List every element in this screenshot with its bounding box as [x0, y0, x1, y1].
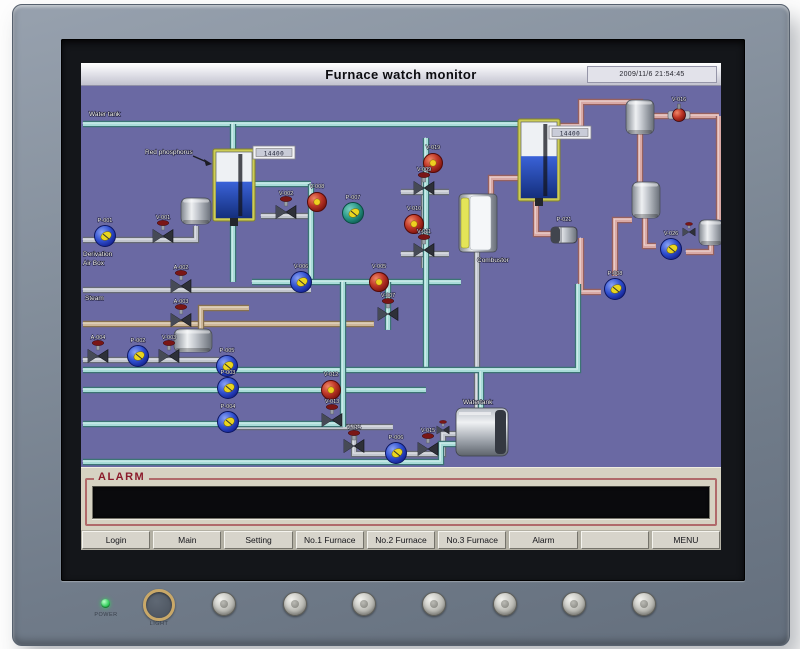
svg-text:P-002: P-002	[131, 338, 146, 344]
osd-button-7[interactable]	[632, 592, 656, 616]
pump-V-012: V-012	[322, 372, 341, 400]
tank-drum-3	[174, 329, 212, 352]
diagram-label: Water tank	[89, 111, 121, 118]
tank-combustor-4	[459, 194, 497, 252]
power-led	[101, 599, 110, 608]
osd-icon	[430, 600, 438, 608]
power-ring-button[interactable]	[143, 589, 175, 621]
svg-text:V-002: V-002	[279, 191, 293, 197]
svg-text:14400: 14400	[560, 130, 581, 137]
ring-button-label: LIGHT	[136, 621, 182, 627]
osd-button-3[interactable]	[352, 592, 376, 616]
svg-text:V-001: V-001	[156, 215, 170, 221]
tank-drum-2	[181, 198, 211, 224]
alarm-label: ALARM	[94, 471, 149, 483]
svg-text:V-016: V-016	[672, 97, 686, 103]
svg-text:P-006: P-006	[389, 435, 404, 441]
osd-button-2[interactable]	[283, 592, 307, 616]
tank-drum-7	[699, 220, 721, 245]
hmi-button-blank[interactable]	[581, 531, 649, 549]
lcd-display: Furnace watch monitor 2009/11/6 21:54:45…	[81, 63, 721, 548]
osd-icon	[220, 600, 228, 608]
svg-text:P-003: P-003	[221, 370, 236, 376]
osd-icon	[570, 600, 578, 608]
svg-text:V-013: V-013	[325, 399, 339, 405]
clock-display: 2009/11/6 21:54:45	[587, 66, 717, 83]
hmi-button-no-2-furnace[interactable]: No.2 Furnace	[367, 531, 435, 549]
osd-icon	[640, 600, 648, 608]
hmi-button-login[interactable]: Login	[82, 531, 150, 549]
hmi-button-menu[interactable]: MENU	[652, 531, 720, 549]
hmi-button-setting[interactable]: Setting	[224, 531, 292, 549]
svg-text:V-011: V-011	[417, 229, 431, 235]
diagram-label: Derivation	[83, 251, 113, 258]
svg-text:V-008: V-008	[310, 184, 324, 190]
svg-text:V-026: V-026	[664, 231, 678, 237]
svg-text:A-002: A-002	[174, 265, 189, 271]
svg-text:V-003: V-003	[162, 335, 176, 341]
hmi-button-no-1-furnace[interactable]: No.1 Furnace	[296, 531, 364, 549]
screen-frame: Furnace watch monitor 2009/11/6 21:54:45…	[61, 39, 745, 581]
svg-text:P-004: P-004	[221, 404, 236, 410]
svg-text:P-007: P-007	[346, 195, 361, 201]
svg-text:14400: 14400	[264, 150, 285, 157]
hmi-button-alarm[interactable]: Alarm	[509, 531, 577, 549]
diagram-label: Combustor	[477, 257, 510, 264]
svg-text:P-001: P-001	[98, 218, 113, 224]
panel-monitor-bezel: Furnace watch monitor 2009/11/6 21:54:45…	[12, 4, 790, 646]
alarm-panel: ALARM	[81, 467, 721, 530]
svg-text:V-014: V-014	[347, 425, 361, 431]
svg-text:P-008: P-008	[608, 271, 623, 277]
diagram-label: Air Box	[83, 260, 105, 267]
svg-text:P-005: P-005	[220, 348, 235, 354]
value-display-1: 14400	[253, 146, 295, 159]
osd-button-6[interactable]	[562, 592, 586, 616]
svg-text:V-006: V-006	[294, 264, 308, 270]
diagram-label: Red phosphorus	[145, 149, 193, 156]
tank-drum-5	[626, 100, 654, 134]
tank-watertank-8	[456, 408, 508, 456]
svg-text:A-003: A-003	[174, 299, 189, 305]
svg-text:V-012: V-012	[324, 372, 338, 378]
tank-drum-6	[632, 182, 660, 218]
osd-icon	[360, 600, 368, 608]
value-display-2: 14400	[549, 126, 591, 139]
svg-text:V-007: V-007	[381, 293, 395, 299]
power-led-label: POWER	[87, 612, 125, 618]
alarm-frame: ALARM	[85, 478, 717, 526]
osd-button-1[interactable]	[212, 592, 236, 616]
osd-icon	[501, 600, 509, 608]
diagram-label: Steam	[85, 295, 104, 302]
svg-text:V-019: V-019	[426, 145, 440, 151]
pump-V-008: V-008	[308, 184, 327, 212]
alarm-message-area	[92, 486, 710, 519]
svg-text:V-015: V-015	[421, 428, 435, 434]
diagram-label: Watertank	[463, 399, 493, 406]
pump-V-005: V-005	[370, 264, 389, 292]
hmi-button-no-3-furnace[interactable]: No.3 Furnace	[438, 531, 506, 549]
scada-canvas: P-001 P-002 P-005 P-003 P-004 P-006 V-006 V-026…	[81, 86, 721, 467]
title-bar: Furnace watch monitor 2009/11/6 21:54:45	[81, 63, 721, 86]
hmi-button-main[interactable]: Main	[153, 531, 221, 549]
svg-text:P-021: P-021	[557, 217, 572, 223]
hmi-button-row: LoginMainSettingNo.1 FurnaceNo.2 Furnace…	[81, 530, 721, 550]
svg-text:A-004: A-004	[91, 335, 106, 341]
svg-text:V-010: V-010	[407, 206, 421, 212]
svg-text:V-005: V-005	[372, 264, 386, 270]
osd-button-5[interactable]	[493, 592, 517, 616]
svg-text:V-009: V-009	[417, 167, 431, 173]
tank-reactor-0	[213, 149, 255, 226]
osd-button-4[interactable]	[422, 592, 446, 616]
scada-diagram: P-001 P-002 P-005 P-003 P-004 P-006 V-006 V-026…	[81, 86, 721, 467]
osd-icon	[291, 600, 299, 608]
